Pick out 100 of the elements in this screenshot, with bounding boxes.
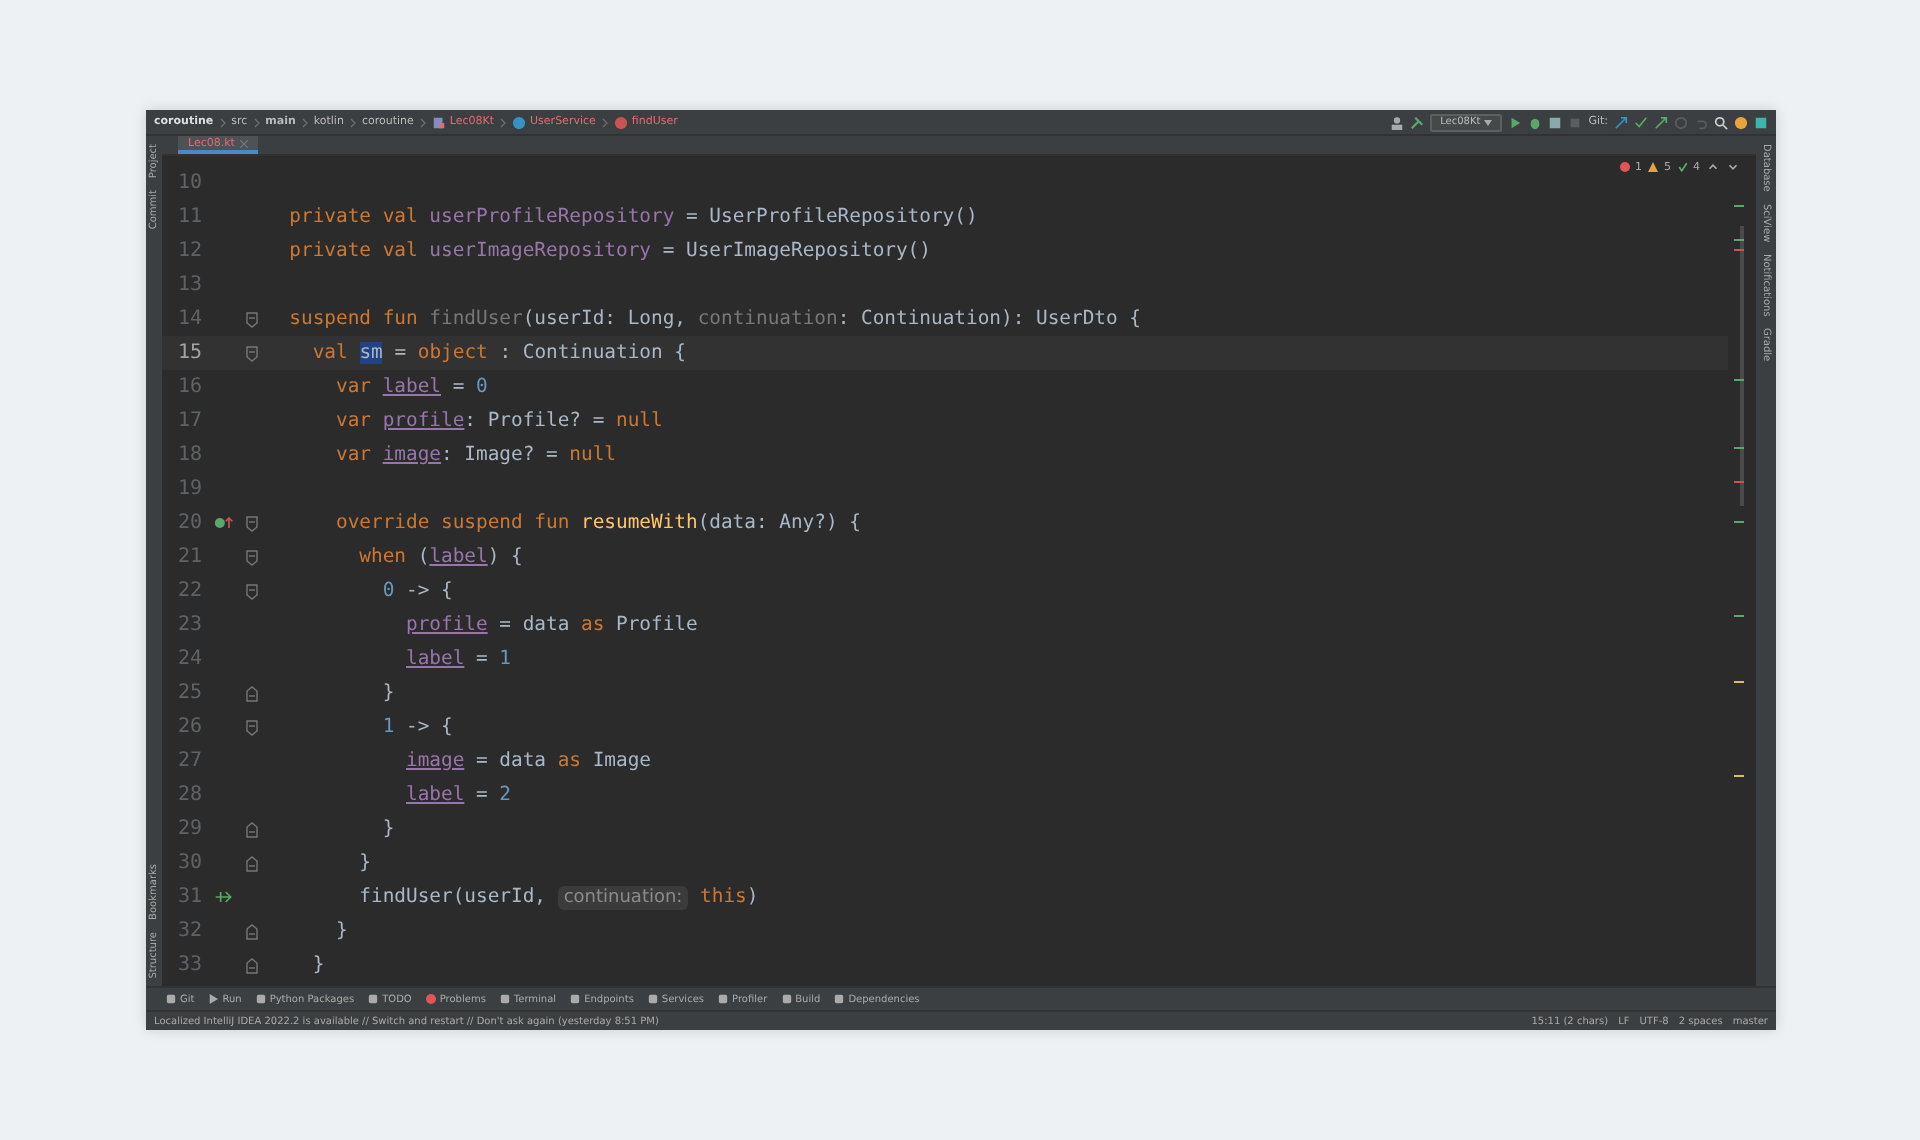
code-text: : Image? =: [441, 444, 560, 466]
search-icon[interactable]: [1714, 115, 1728, 129]
code-text: override suspend fun: [336, 512, 572, 534]
code-text: = UserProfileRepository(): [683, 206, 978, 228]
fold-marker-icon[interactable]: [246, 549, 258, 565]
code-text: 0: [476, 376, 488, 398]
fold-marker-icon[interactable]: [246, 957, 258, 973]
code-text: : Profile? =: [464, 410, 607, 432]
stop-icon[interactable]: [1568, 115, 1583, 129]
tool-icon: [647, 994, 658, 1004]
code-text: private val: [289, 240, 420, 262]
line-number: 28: [175, 784, 202, 806]
line-number: 33: [175, 954, 202, 976]
code-text: -> {: [404, 580, 453, 602]
line-number: 26: [175, 716, 202, 738]
line-number: 14: [175, 308, 202, 330]
check-icon[interactable]: [1634, 115, 1648, 129]
line-number: 31: [175, 886, 202, 908]
warning-icon: [1648, 162, 1658, 172]
code-text: Image: [590, 750, 652, 772]
line-number: 18: [175, 444, 202, 466]
code-text: 1: [382, 716, 395, 738]
line-number: 15: [175, 342, 202, 364]
line-number: 24: [175, 648, 202, 670]
code-text: resumeWith: [580, 512, 698, 534]
code-text: null: [616, 410, 663, 432]
file-icon: [431, 115, 446, 129]
fold-marker-icon[interactable]: [246, 583, 258, 599]
fold-marker-icon[interactable]: [246, 685, 258, 701]
close-icon[interactable]: [240, 139, 249, 147]
chevron-icon: [253, 117, 260, 127]
chevron-icon: [601, 117, 608, 127]
code-text: : Continuation {: [497, 342, 687, 364]
class-icon: [512, 115, 527, 129]
code-text: when: [359, 546, 409, 568]
code-text: : Continuation): UserDto {: [837, 308, 1141, 330]
tool-icon: [781, 994, 792, 1004]
code-text: (userId: Long,: [522, 308, 688, 330]
chevron-icon: [219, 117, 226, 127]
fold-marker-icon[interactable]: [246, 311, 258, 327]
run-icon[interactable]: [1508, 115, 1523, 129]
code-text: }: [382, 818, 395, 840]
code-text: label: [406, 648, 465, 670]
code-text: null: [569, 444, 617, 466]
line-number: 10: [175, 172, 202, 194]
line-number: 32: [175, 920, 202, 942]
code-text: profile: [382, 410, 465, 432]
code-text: label: [429, 546, 488, 568]
fold-marker-icon[interactable]: [246, 855, 258, 871]
code-text: var: [336, 444, 373, 466]
fold-marker-icon[interactable]: [246, 719, 258, 735]
tool-icon: [255, 994, 266, 1004]
line-number: 30: [175, 852, 202, 874]
bug-icon[interactable]: [1528, 115, 1543, 129]
tool-icon: [499, 994, 510, 1004]
code-text: val: [312, 342, 350, 364]
fold-marker-icon[interactable]: [246, 821, 258, 837]
arrow-icon[interactable]: [1614, 115, 1628, 129]
line-number: 27: [175, 750, 202, 772]
tool-icon: [718, 994, 729, 1004]
line-number: 29: [175, 818, 202, 840]
line-number: 25: [175, 682, 202, 704]
code-text: -> {: [404, 716, 453, 738]
code-text: }: [312, 954, 325, 976]
code-text: }: [336, 920, 348, 942]
avatar-icon[interactable]: [1734, 115, 1748, 129]
error-icon: [1619, 162, 1629, 172]
tool-icon: [834, 994, 845, 1004]
caret-icon: [1484, 119, 1493, 125]
code-text: findUser(userId,: [359, 886, 548, 908]
code-text: var: [336, 410, 373, 432]
code-text: suspend fun: [289, 308, 420, 330]
code-text: =: [474, 648, 490, 670]
code-text: (data: Any?) {: [697, 512, 861, 534]
tool-icon: [368, 994, 379, 1004]
code-text: }: [359, 852, 372, 874]
hammer-icon[interactable]: [1410, 115, 1425, 129]
fold-marker-icon[interactable]: [246, 515, 258, 531]
code-text: object: [417, 342, 488, 364]
code-text: }: [382, 682, 395, 704]
code-text: 2: [499, 784, 512, 806]
code-text: private val: [289, 206, 420, 228]
arrow-icon[interactable]: [1654, 115, 1668, 129]
selected-text: sm: [359, 342, 383, 364]
user-icon[interactable]: [1390, 115, 1405, 129]
chevron-icon: [301, 117, 308, 127]
code-text: (: [417, 546, 430, 568]
undo-icon[interactable]: [1694, 115, 1708, 129]
code-text: as: [557, 750, 582, 772]
code-text: 1: [499, 648, 512, 670]
override-icon[interactable]: [214, 516, 234, 530]
code-text: continuation: [697, 308, 838, 330]
code-text: var: [336, 376, 373, 398]
fold-marker-icon[interactable]: [246, 923, 258, 939]
fold-marker-icon[interactable]: [246, 345, 258, 361]
method-icon: [613, 115, 628, 129]
chevron-icon: [419, 117, 426, 127]
line-number: 23: [175, 614, 202, 636]
error-icon: [425, 994, 436, 1004]
parameter-hint: continuation:: [557, 885, 689, 909]
